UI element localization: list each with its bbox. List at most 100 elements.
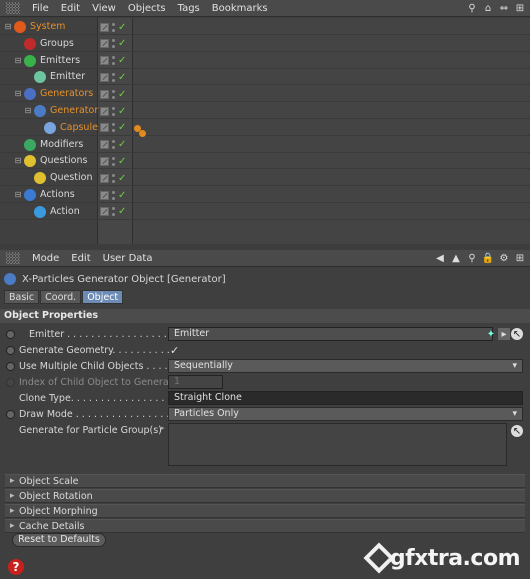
tree-item[interactable]: ⊟ Generator [24,103,98,119]
back-forward-icon[interactable]: ⇔ [498,2,510,14]
enabled-check-icon[interactable]: ✓ [118,190,126,201]
animate-radio[interactable] [6,361,15,371]
menu-view[interactable]: View [86,0,122,17]
reset-to-defaults-button[interactable]: Reset to Defaults [12,533,106,547]
visibility-dots-icon[interactable] [112,39,115,49]
new-window-icon[interactable]: ⊞ [514,2,526,14]
expand-toggle-icon[interactable]: ⊟ [14,187,22,203]
menu-edit[interactable]: Edit [55,0,86,17]
animate-radio[interactable] [6,329,15,339]
tab-object[interactable]: Object [82,290,124,304]
pick-icon[interactable]: ↖ [511,425,523,437]
tree-item[interactable]: Groups [14,36,74,52]
layer-swatch-icon[interactable] [100,72,109,82]
animate-radio[interactable] [6,409,15,419]
layer-swatch-icon[interactable] [100,39,109,49]
enabled-check-icon[interactable]: ✓ [118,22,126,33]
new-window-icon[interactable]: ⊞ [514,252,526,264]
tree-item[interactable]: ⊟ Questions [14,153,87,169]
tree-item[interactable]: Question [24,170,93,186]
settings-icon[interactable]: ⚙ [498,252,510,264]
expand-toggle-icon[interactable]: ⊟ [14,53,22,69]
tree-item[interactable]: Capsule [34,120,98,136]
expand-toggle-icon[interactable]: ⊟ [14,86,22,102]
help-icon[interactable]: ? [8,559,24,575]
section-object-scale[interactable]: Object Scale [5,474,525,488]
tree-row[interactable]: Groups ✓ [0,36,530,52]
tree-row[interactable]: ⊟ Emitters ✓ [0,53,530,69]
visibility-dots-icon[interactable] [112,72,115,82]
search-icon[interactable]: ⚲ [466,2,478,14]
enabled-check-icon[interactable]: ✓ [118,173,126,184]
tree-row[interactable]: ⊟ Generator ✓ [0,103,530,119]
section-cache-details[interactable]: Cache Details [5,519,525,533]
tree-row[interactable]: Modifiers ✓ [0,137,530,153]
visibility-dots-icon[interactable] [112,156,115,166]
tree-item[interactable]: ⊟ Actions [14,187,75,203]
clone-type-dropdown[interactable]: Straight Clone [168,391,523,405]
visibility-dots-icon[interactable] [112,22,115,32]
home-icon[interactable]: ⌂ [482,2,494,14]
tree-row[interactable]: Emitter ✓ [0,69,530,86]
visibility-dots-icon[interactable] [112,207,115,217]
tree-item[interactable]: Emitter [24,69,85,85]
menu-edit[interactable]: Edit [65,250,96,267]
enabled-check-icon[interactable]: ✓ [118,156,126,167]
tree-row[interactable]: ⊟ Actions ✓ [0,187,530,203]
visibility-dots-icon[interactable] [112,140,115,150]
visibility-dots-icon[interactable] [112,173,115,183]
enabled-check-icon[interactable]: ✓ [118,122,126,133]
multiple-child-dropdown[interactable]: Sequentially [168,359,523,373]
layer-swatch-icon[interactable] [100,156,109,166]
tree-item[interactable]: ⊟ Emitters [14,53,80,69]
tab-basic[interactable]: Basic [4,290,40,304]
tree-item[interactable]: Action [24,204,80,220]
section-object-rotation[interactable]: Object Rotation [5,489,525,503]
layer-swatch-icon[interactable] [100,207,109,217]
visibility-dots-icon[interactable] [112,56,115,66]
tag-icon[interactable] [139,130,146,137]
search-icon[interactable]: ⚲ [466,252,478,264]
lock-icon[interactable]: 🔒 [482,252,494,264]
tree-row[interactable]: ⊟ System ✓ [0,19,530,35]
menu-objects[interactable]: Objects [122,0,172,17]
expand-arrow-icon[interactable]: ▸ [161,424,165,432]
tree-row[interactable]: ⊟ Questions ✓ [0,153,530,170]
grip-icon[interactable] [6,252,20,264]
enabled-check-icon[interactable]: ✓ [118,38,126,49]
grip-icon[interactable] [6,2,20,14]
enabled-check-icon[interactable]: ✓ [118,55,126,66]
expand-toggle-icon[interactable]: ⊟ [24,103,32,119]
generate-geometry-checkbox[interactable]: ✓ [170,344,179,357]
visibility-dots-icon[interactable] [112,106,115,116]
enabled-check-icon[interactable]: ✓ [118,206,126,217]
draw-mode-dropdown[interactable]: Particles Only [168,407,523,421]
layer-swatch-icon[interactable] [100,22,109,32]
tree-row[interactable]: Action ✓ [0,204,530,220]
layer-swatch-icon[interactable] [100,190,109,200]
link-arrow-icon[interactable]: ▸ [498,328,510,340]
particle-groups-list[interactable] [168,423,507,466]
visibility-dots-icon[interactable] [112,123,115,133]
tree-row[interactable]: Capsule ✓ [0,120,530,136]
tree-item[interactable]: ⊟ System [4,19,65,35]
layer-swatch-icon[interactable] [100,89,109,99]
tree-row[interactable]: Question ✓ [0,170,530,187]
visibility-dots-icon[interactable] [112,89,115,99]
enabled-check-icon[interactable]: ✓ [118,72,126,83]
enabled-check-icon[interactable]: ✓ [118,106,126,117]
emitter-link-field[interactable]: Emitter [168,327,493,341]
menu-file[interactable]: File [26,0,55,17]
layer-swatch-icon[interactable] [100,106,109,116]
enabled-check-icon[interactable]: ✓ [118,89,126,100]
pick-icon[interactable]: ↖ [511,328,523,340]
menu-user-data[interactable]: User Data [97,250,159,267]
section-object-morphing[interactable]: Object Morphing [5,504,525,518]
layer-swatch-icon[interactable] [100,56,109,66]
back-arrow-icon[interactable]: ◀ [434,252,446,264]
layer-swatch-icon[interactable] [100,123,109,133]
menu-bookmarks[interactable]: Bookmarks [206,0,274,17]
visibility-dots-icon[interactable] [112,190,115,200]
menu-mode[interactable]: Mode [26,250,65,267]
layer-swatch-icon[interactable] [100,173,109,183]
